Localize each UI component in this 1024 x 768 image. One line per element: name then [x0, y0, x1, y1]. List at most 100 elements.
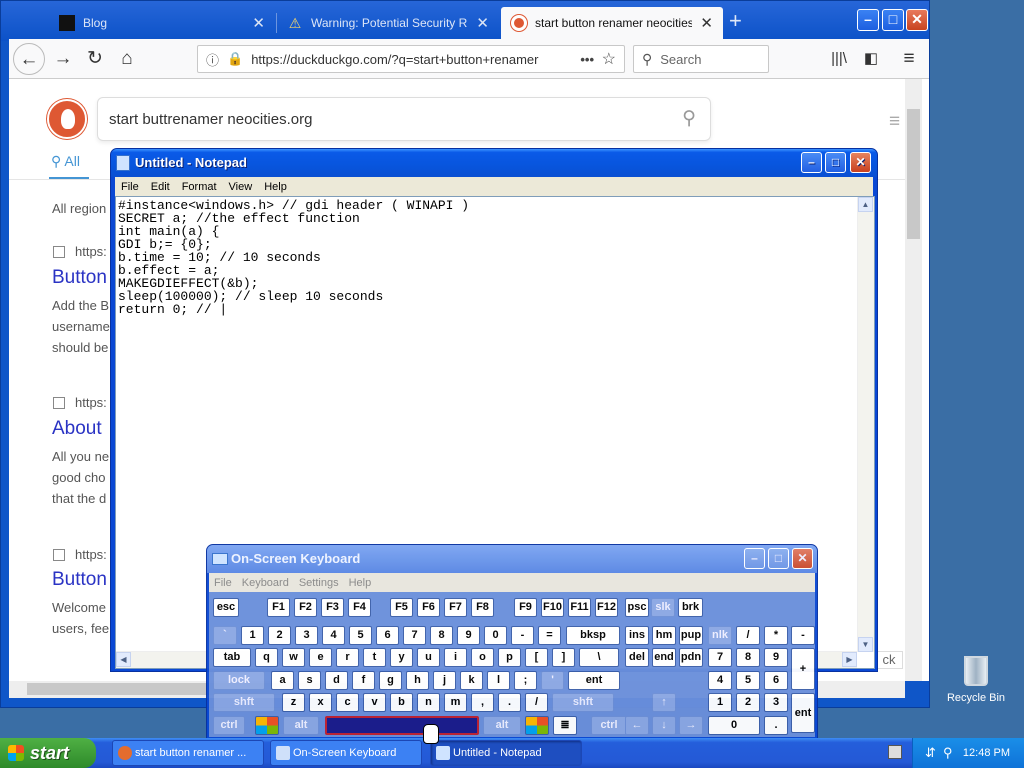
- taskbar-item-osk[interactable]: On-Screen Keyboard: [270, 740, 422, 766]
- reload-button[interactable]: ↻: [79, 43, 111, 75]
- close-tab-icon[interactable]: ✕: [252, 14, 265, 32]
- key-f6[interactable]: F6: [417, 598, 440, 617]
- search-icon[interactable]: ⚲: [682, 107, 696, 130]
- close-button[interactable]: ✕: [906, 9, 928, 31]
- key-f9[interactable]: F9: [514, 598, 537, 617]
- key-s[interactable]: s: [298, 671, 321, 690]
- tab-blog[interactable]: Blog ✕: [49, 7, 275, 39]
- key-j[interactable]: j: [433, 671, 456, 690]
- key-n[interactable]: n: [417, 693, 440, 712]
- key-b[interactable]: b: [390, 693, 413, 712]
- close-tab-icon[interactable]: ✕: [476, 14, 489, 32]
- key-f5[interactable]: F5: [390, 598, 413, 617]
- key-x[interactable]: x: [309, 693, 332, 712]
- ddg-search-input[interactable]: start buttrenamer neocities.org ⚲: [97, 97, 711, 141]
- key-l[interactable]: l: [487, 671, 510, 690]
- key-end[interactable]: end: [652, 648, 676, 667]
- key-tab[interactable]: tab: [213, 648, 251, 667]
- scroll-up-icon[interactable]: ▲: [858, 197, 873, 212]
- key-sym2-13[interactable]: \: [579, 648, 619, 667]
- key-6[interactable]: 6: [376, 626, 399, 645]
- scroll-right-icon[interactable]: ▶: [842, 652, 857, 667]
- close-tab-icon[interactable]: ✕: [700, 14, 713, 32]
- region-filter[interactable]: All region: [52, 201, 106, 216]
- key-7[interactable]: 7: [403, 626, 426, 645]
- tab-all[interactable]: ⚲ All: [51, 153, 80, 170]
- key-f12[interactable]: F12: [595, 598, 618, 617]
- vertical-scrollbar[interactable]: [905, 79, 922, 681]
- menu-icon[interactable]: ≡: [893, 43, 925, 75]
- key-ctrl[interactable]: ctrl: [591, 716, 627, 735]
- page-actions-icon[interactable]: •••: [580, 52, 594, 67]
- key-space[interactable]: [325, 716, 479, 735]
- keyboard-layout-icon[interactable]: [888, 745, 902, 759]
- result-title[interactable]: Button: [52, 267, 107, 289]
- maximize-button[interactable]: □: [768, 548, 789, 569]
- key-f2[interactable]: F2: [294, 598, 317, 617]
- key-brk[interactable]: brk: [678, 598, 703, 617]
- key-ent[interactable]: ent: [791, 693, 815, 733]
- taskbar-item-firefox[interactable]: start button renamer ...: [112, 740, 264, 766]
- back-button[interactable]: ←: [13, 43, 45, 75]
- close-button[interactable]: ✕: [850, 152, 871, 173]
- recycle-bin[interactable]: Recycle Bin: [946, 656, 1006, 704]
- key-2[interactable]: 2: [268, 626, 291, 645]
- maximize-button[interactable]: □: [882, 9, 904, 31]
- taskbar-item-notepad[interactable]: Untitled - Notepad: [430, 740, 582, 766]
- menu-keyboard[interactable]: Keyboard: [237, 577, 294, 589]
- key-sym3-10[interactable]: ;: [514, 671, 537, 690]
- key-sym2-12[interactable]: ]: [552, 648, 575, 667]
- duckduckgo-logo[interactable]: [47, 99, 87, 139]
- minimize-button[interactable]: –: [744, 548, 765, 569]
- key-6[interactable]: 6: [764, 671, 788, 690]
- key-alt[interactable]: alt: [283, 716, 319, 735]
- key-9[interactable]: 9: [764, 648, 788, 667]
- key-0[interactable]: 0: [484, 626, 507, 645]
- key-3[interactable]: 3: [764, 693, 788, 712]
- key-f10[interactable]: F10: [541, 598, 564, 617]
- key-sym1-20[interactable]: -: [791, 626, 815, 645]
- key-sym2-11[interactable]: [: [525, 648, 548, 667]
- notepad-titlebar[interactable]: Untitled - Notepad – □ ✕: [111, 149, 877, 177]
- key-8[interactable]: 8: [430, 626, 453, 645]
- key-r[interactable]: r: [336, 648, 359, 667]
- menu-help[interactable]: Help: [258, 181, 293, 193]
- search-icon[interactable]: ⚲: [943, 738, 953, 768]
- key-d[interactable]: d: [325, 671, 348, 690]
- key-sym5-5[interactable]: ↓: [652, 716, 676, 735]
- key-e[interactable]: e: [309, 648, 332, 667]
- scroll-down-icon[interactable]: ▼: [858, 637, 873, 652]
- key-shft[interactable]: shft: [552, 693, 614, 712]
- menu-file[interactable]: File: [115, 181, 145, 193]
- key-sym3-11[interactable]: ': [541, 671, 564, 690]
- key-ins[interactable]: ins: [625, 626, 649, 645]
- key-sym1-18[interactable]: /: [736, 626, 760, 645]
- key-f7[interactable]: F7: [444, 598, 467, 617]
- key-sym5-6[interactable]: →: [679, 716, 703, 735]
- new-tab-button[interactable]: +: [729, 9, 742, 33]
- key-1[interactable]: 1: [241, 626, 264, 645]
- menu-settings[interactable]: Settings: [294, 577, 344, 589]
- key-q[interactable]: q: [255, 648, 278, 667]
- menu-format[interactable]: Format: [176, 181, 223, 193]
- tab-duckduckgo[interactable]: start button renamer neocities.org ✕: [501, 7, 723, 39]
- scroll-left-icon[interactable]: ◀: [116, 652, 131, 667]
- clock[interactable]: 12:48 PM: [963, 738, 1010, 768]
- key-sym2-20[interactable]: +: [791, 648, 815, 690]
- key-ent[interactable]: ent: [568, 671, 620, 690]
- key-5[interactable]: 5: [349, 626, 372, 645]
- result-title[interactable]: About: [52, 418, 102, 440]
- key-3[interactable]: 3: [295, 626, 318, 645]
- key-hm[interactable]: hm: [652, 626, 676, 645]
- key-sym1-11[interactable]: -: [511, 626, 534, 645]
- bookmark-star-icon[interactable]: ☆: [602, 49, 616, 69]
- key-4[interactable]: 4: [708, 671, 732, 690]
- key-sym4-12[interactable]: ↑: [652, 693, 676, 712]
- key-del[interactable]: del: [625, 648, 649, 667]
- key-sym1-0[interactable]: `: [213, 626, 237, 645]
- key-5[interactable]: 5: [736, 671, 760, 690]
- key-esc[interactable]: esc: [213, 598, 239, 617]
- maximize-button[interactable]: □: [825, 152, 846, 173]
- result-url[interactable]: https:: [53, 547, 107, 562]
- key-pdn[interactable]: pdn: [679, 648, 703, 667]
